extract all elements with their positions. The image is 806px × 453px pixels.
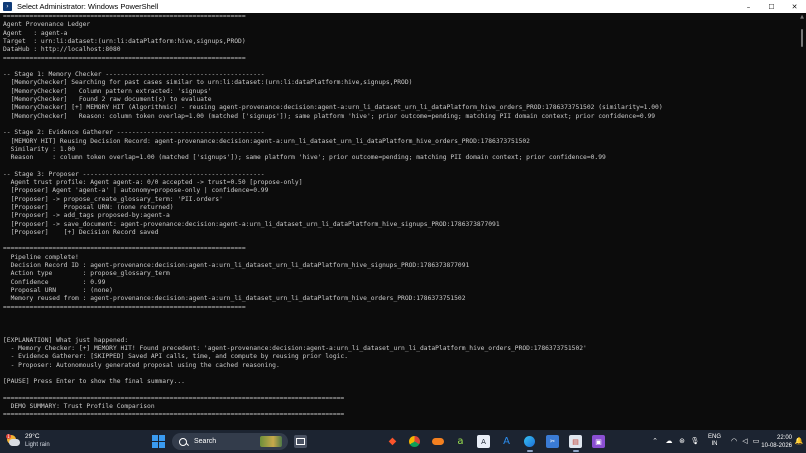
console-line: Similarity : 1.00 [3, 145, 76, 153]
console-line: Target : urn:li:dataset:(urn:li:dataPlat… [3, 37, 246, 45]
console-line: [MEMORY HIT] Reusing Decision Record: ag… [3, 137, 530, 145]
clock-date: 10-08-2026 [761, 443, 792, 449]
console-line: [MemoryChecker] Reason: column token ove… [3, 112, 656, 120]
powershell-icon: › [3, 2, 12, 11]
console-line: ========================================… [3, 13, 246, 20]
maximize-button[interactable]: ☐ [760, 0, 783, 13]
android-studio-icon[interactable]: a [454, 435, 467, 448]
weather-icon: 1 [6, 434, 20, 448]
search-label: Search [194, 438, 217, 445]
document-app-icon[interactable]: ▤ [569, 435, 582, 448]
clock-time: 22:00 [776, 435, 792, 441]
window-title: Select Administrator: Windows PowerShell [17, 2, 159, 11]
active-app-indicator [573, 450, 579, 452]
console-line: [Proposer] -> add_tags proposed-by:agent… [3, 212, 170, 220]
console-line: Action type : propose_glossary_term [3, 270, 170, 278]
console-line: [Proposer] -> propose_create_glossary_te… [3, 195, 223, 203]
close-button[interactable]: ✕ [783, 0, 806, 13]
weather-badge: 1 [6, 434, 11, 439]
keyboard-region: IN [711, 441, 718, 447]
console-line: ========================================… [3, 54, 246, 62]
console-line: Proposal URN : (none) [3, 286, 113, 294]
window-titlebar[interactable]: › Select Administrator: Windows PowerShe… [0, 0, 806, 13]
onedrive-icon[interactable]: ☁ [664, 436, 674, 446]
search-icon [179, 437, 187, 446]
chrome-icon[interactable] [408, 435, 421, 448]
console-line: Reason : column token overlap=1.00 (matc… [3, 154, 606, 162]
brave-browser-icon[interactable]: ◆ [386, 435, 399, 448]
console-line: -- Stage 2: Evidence Gatherer ----------… [3, 129, 265, 137]
console-line: [Proposer] -> save_document: agent-prove… [3, 220, 500, 228]
console-line: ========================================… [3, 394, 345, 402]
console-line: [PAUSE] Press Enter to show the final su… [3, 378, 185, 386]
app-a-icon[interactable]: A [477, 435, 490, 448]
console-line: -- Stage 3: Proposer -------------------… [3, 170, 265, 178]
volume-icon[interactable]: ◁ [740, 436, 750, 446]
taskbar: 1 29°C Light rain Search ◆ a A A ✂ ▤ ▣ ⌃… [0, 430, 806, 453]
chevron-up-icon[interactable]: ⌃ [650, 436, 660, 446]
console-line: DEMO SUMMARY: Trust Profile Comparison [3, 403, 155, 411]
console-line: - Memory Checker: [+] MEMORY HIT! Found … [3, 345, 587, 352]
console-line: [Proposer] Proposal URN: (none returned) [3, 203, 174, 211]
start-button[interactable] [152, 435, 165, 448]
console-line: [MemoryChecker] [+] MEMORY HIT (Algorith… [3, 104, 663, 112]
search-highlight-image [260, 436, 282, 447]
console-line: ========================================… [3, 245, 246, 253]
console-line: [MemoryChecker] Column pattern extracted… [3, 87, 212, 95]
console-line: Decision Record ID : agent-provenance:de… [3, 262, 470, 269]
network-cloud-icon[interactable]: ⊛ [677, 436, 687, 446]
console-line: Agent : agent-a [3, 29, 68, 37]
snipping-tool-icon[interactable]: ✂ [546, 435, 559, 448]
console-scrollbar[interactable]: ▲ [798, 13, 806, 430]
console-line: ========================================… [3, 411, 345, 419]
console-line: [EXPLANATION] What just happened: [3, 336, 129, 344]
console-line: - Proposer: Autonomously generated propo… [3, 361, 280, 369]
system-tray: ⌃ ☁ ⊛ 🎙 ENG IN ◠ ◁ ▭ 22:00 10-08-2026 🔔 [616, 430, 806, 453]
edge-active-indicator [527, 450, 533, 452]
window-controls: – ☐ ✕ [737, 0, 806, 13]
taskbar-clock[interactable]: 22:00 10-08-2026 [761, 434, 792, 450]
weather-temperature: 29°C [25, 433, 40, 440]
console-line: Pipeline complete! [3, 253, 79, 261]
weather-condition: Light rain [25, 442, 50, 448]
edge-icon[interactable] [523, 435, 536, 448]
console-line: [MemoryChecker] Searching for past cases… [3, 79, 413, 87]
console-line: - Evidence Gatherer: [SKIPPED] Saved API… [3, 353, 348, 361]
scrollbar-thumb[interactable] [801, 29, 803, 47]
notification-bell-icon[interactable]: 🔔 [794, 436, 804, 446]
microphone-icon[interactable]: 🎙 [690, 436, 700, 446]
console-line: Agent Provenance Ledger [3, 21, 91, 29]
console-line: [MemoryChecker] Found 2 raw document(s) … [3, 96, 212, 103]
console-line: [Proposer] Agent 'agent-a' | autonomy=pr… [3, 187, 269, 195]
console-line: DataHub : http://localhost:8080 [3, 46, 121, 54]
language-code: ENG [708, 434, 722, 440]
taskbar-search[interactable]: Search [172, 433, 288, 450]
language-indicator[interactable]: ENG IN [708, 434, 721, 448]
console-line: ========================================… [3, 303, 246, 311]
console-line: Confidence : 0.99 [3, 278, 106, 286]
console-output[interactable]: ========================================… [0, 13, 798, 430]
minimize-button[interactable]: – [737, 0, 760, 13]
weather-widget[interactable]: 1 29°C Light rain [6, 433, 50, 449]
azure-icon[interactable]: A [500, 435, 513, 448]
wifi-icon[interactable]: ◠ [729, 436, 739, 446]
cloud-app-icon[interactable] [431, 435, 444, 448]
console-line: Agent trust profile: Agent agent-a: 0/0 … [3, 179, 303, 186]
battery-icon[interactable]: ▭ [751, 436, 761, 446]
console-line: -- Stage 1: Memory Checker -------------… [3, 71, 265, 79]
console-line: Memory reused from : agent-provenance:de… [3, 295, 466, 303]
scroll-up-icon[interactable]: ▲ [798, 13, 806, 21]
task-view-icon[interactable] [294, 435, 307, 448]
visual-studio-icon[interactable]: ▣ [592, 435, 605, 448]
console-line: [Proposer] [+] Decision Record saved [3, 228, 159, 236]
